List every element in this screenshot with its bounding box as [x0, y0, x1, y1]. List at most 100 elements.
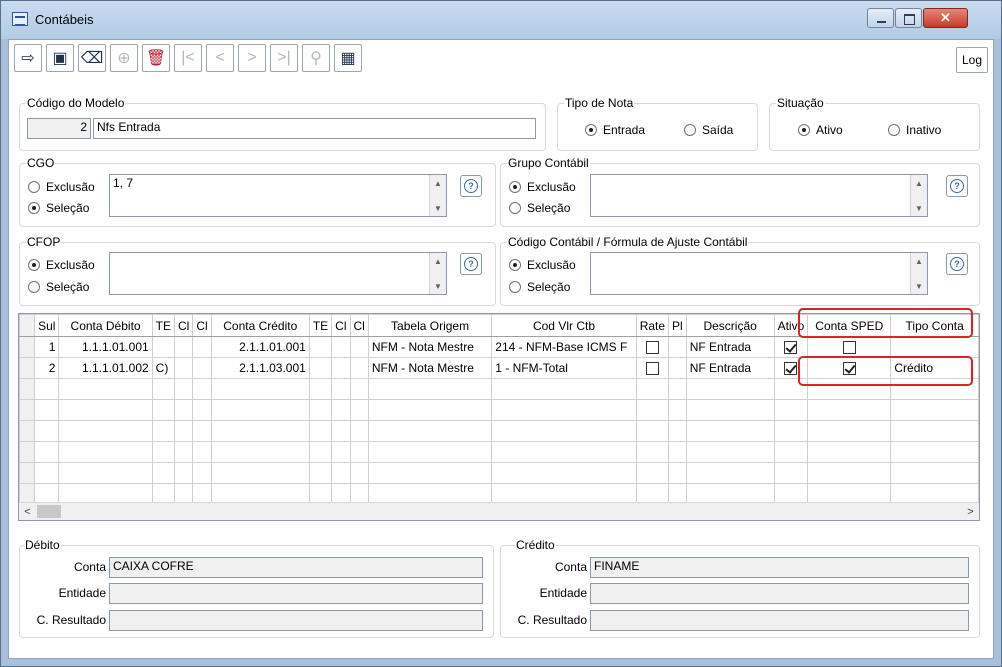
table-cell[interactable] [773, 378, 809, 400]
table-cell[interactable] [210, 420, 310, 442]
table-cell[interactable] [773, 399, 809, 421]
checkbox-unchecked[interactable] [645, 362, 659, 376]
table-cell[interactable] [192, 441, 212, 463]
table-cell[interactable] [349, 441, 369, 463]
table-row[interactable] [19, 399, 979, 421]
table-cell[interactable] [192, 399, 212, 421]
table-cell[interactable] [151, 336, 176, 358]
row-indicator[interactable] [19, 441, 36, 463]
table-cell[interactable] [308, 399, 333, 421]
table-cell[interactable] [635, 441, 670, 463]
scroll-down-icon[interactable]: ▼ [430, 200, 446, 216]
row-indicator[interactable] [19, 357, 36, 379]
table-cell[interactable]: 2.1.1.01.001 [210, 336, 310, 358]
table-cell[interactable] [367, 441, 493, 463]
scroll-up-icon[interactable]: ▲ [430, 253, 446, 269]
accounts-grid[interactable]: Sul Conta Débito TE Cl Cl Conta Crédito TE Cl Cl… [18, 313, 980, 521]
table-cell[interactable] [58, 399, 153, 421]
table-cell[interactable] [174, 378, 194, 400]
grupo-selecao-radio[interactable]: Seleção [509, 201, 570, 215]
table-cell[interactable] [491, 378, 637, 400]
table-row[interactable]: 2 1.1.1.01.002 C) 2.1.1.03.001 NFM - Nota Me… [19, 357, 979, 379]
table-cell[interactable] [174, 420, 194, 442]
prev-button[interactable]: < [206, 44, 234, 72]
table-cell[interactable]: Crédito [890, 357, 979, 379]
grupo-exclusao-radio[interactable]: Exclusão [509, 180, 576, 194]
table-cell[interactable] [331, 378, 351, 400]
table-cell[interactable] [773, 357, 809, 379]
situacao-ativo-radio[interactable]: Ativo [798, 123, 843, 137]
grupo-contabil-textarea[interactable] [590, 174, 928, 217]
table-cell[interactable] [491, 399, 637, 421]
table-cell[interactable] [34, 441, 60, 463]
table-cell[interactable] [34, 462, 60, 484]
maximize-button[interactable] [895, 8, 922, 28]
table-cell[interactable] [174, 399, 194, 421]
table-cell[interactable] [685, 462, 775, 484]
table-cell[interactable] [890, 378, 979, 400]
table-cell[interactable] [331, 399, 351, 421]
log-button[interactable]: Log [956, 47, 988, 73]
table-cell[interactable]: 214 - NFM-Base ICMS F [491, 336, 637, 358]
column-header[interactable]: Cl [174, 314, 194, 337]
table-cell[interactable]: 2 [34, 357, 60, 379]
scroll-down-icon[interactable]: ▼ [911, 200, 927, 216]
table-cell[interactable]: NFM - Nota Mestre [367, 357, 493, 379]
table-cell[interactable] [331, 357, 351, 379]
grupo-scrollbar[interactable]: ▲ ▼ [910, 175, 927, 216]
column-header[interactable]: Descrição [685, 314, 775, 337]
table-cell[interactable] [174, 336, 194, 358]
table-cell[interactable] [192, 420, 212, 442]
column-header[interactable]: Cl [349, 314, 369, 337]
column-header[interactable]: TE [308, 314, 333, 337]
cfop-exclusao-radio[interactable]: Exclusão [28, 258, 95, 272]
cgo-textarea[interactable]: 1, 7 [109, 174, 447, 217]
table-cell[interactable] [58, 420, 153, 442]
table-cell[interactable] [890, 441, 979, 463]
column-header[interactable]: Cl [331, 314, 351, 337]
table-cell[interactable]: 2.1.1.03.001 [210, 357, 310, 379]
table-cell[interactable] [331, 336, 351, 358]
column-header[interactable]: Ativo [773, 314, 809, 337]
table-cell[interactable] [210, 462, 310, 484]
table-cell[interactable] [308, 462, 333, 484]
table-cell[interactable] [807, 462, 892, 484]
table-cell[interactable] [349, 357, 369, 379]
table-cell[interactable] [773, 462, 809, 484]
table-cell[interactable] [685, 378, 775, 400]
table-cell[interactable] [491, 441, 637, 463]
first-button[interactable]: |< [174, 44, 202, 72]
table-cell[interactable] [890, 336, 979, 358]
grupo-help-button[interactable]: ? [946, 175, 968, 197]
table-cell[interactable] [807, 378, 892, 400]
checkbox-checked[interactable] [842, 362, 856, 376]
row-indicator[interactable] [19, 420, 36, 442]
table-cell[interactable] [58, 462, 153, 484]
table-cell[interactable] [635, 462, 670, 484]
column-header[interactable]: Sul [34, 314, 60, 337]
table-cell[interactable] [807, 441, 892, 463]
table-cell[interactable] [174, 462, 194, 484]
table-cell[interactable] [331, 462, 351, 484]
column-header[interactable]: Rate [635, 314, 670, 337]
situacao-inativo-radio[interactable]: Inativo [888, 123, 941, 137]
column-header[interactable]: Tabela Origem [367, 314, 493, 337]
checkbox-unchecked[interactable] [842, 341, 856, 355]
checkbox-unchecked[interactable] [645, 341, 659, 355]
scroll-right-icon[interactable]: > [962, 503, 979, 520]
table-cell[interactable] [685, 441, 775, 463]
save-button[interactable]: ▣ [46, 44, 74, 72]
minimize-button[interactable] [867, 8, 894, 28]
table-cell[interactable]: 1 [34, 336, 60, 358]
tipo-nota-entrada-radio[interactable]: Entrada [585, 123, 645, 137]
table-cell[interactable] [192, 462, 212, 484]
table-cell[interactable] [807, 399, 892, 421]
column-header[interactable]: Conta SPED [807, 314, 892, 337]
codigo-selecao-radio[interactable]: Seleção [509, 280, 570, 294]
table-cell[interactable] [367, 399, 493, 421]
table-cell[interactable] [668, 378, 687, 400]
grid-button[interactable]: ▦ [334, 44, 362, 72]
column-header[interactable]: Cl [192, 314, 212, 337]
cgo-exclusao-radio[interactable]: Exclusão [28, 180, 95, 194]
scroll-thumb[interactable] [37, 505, 61, 518]
